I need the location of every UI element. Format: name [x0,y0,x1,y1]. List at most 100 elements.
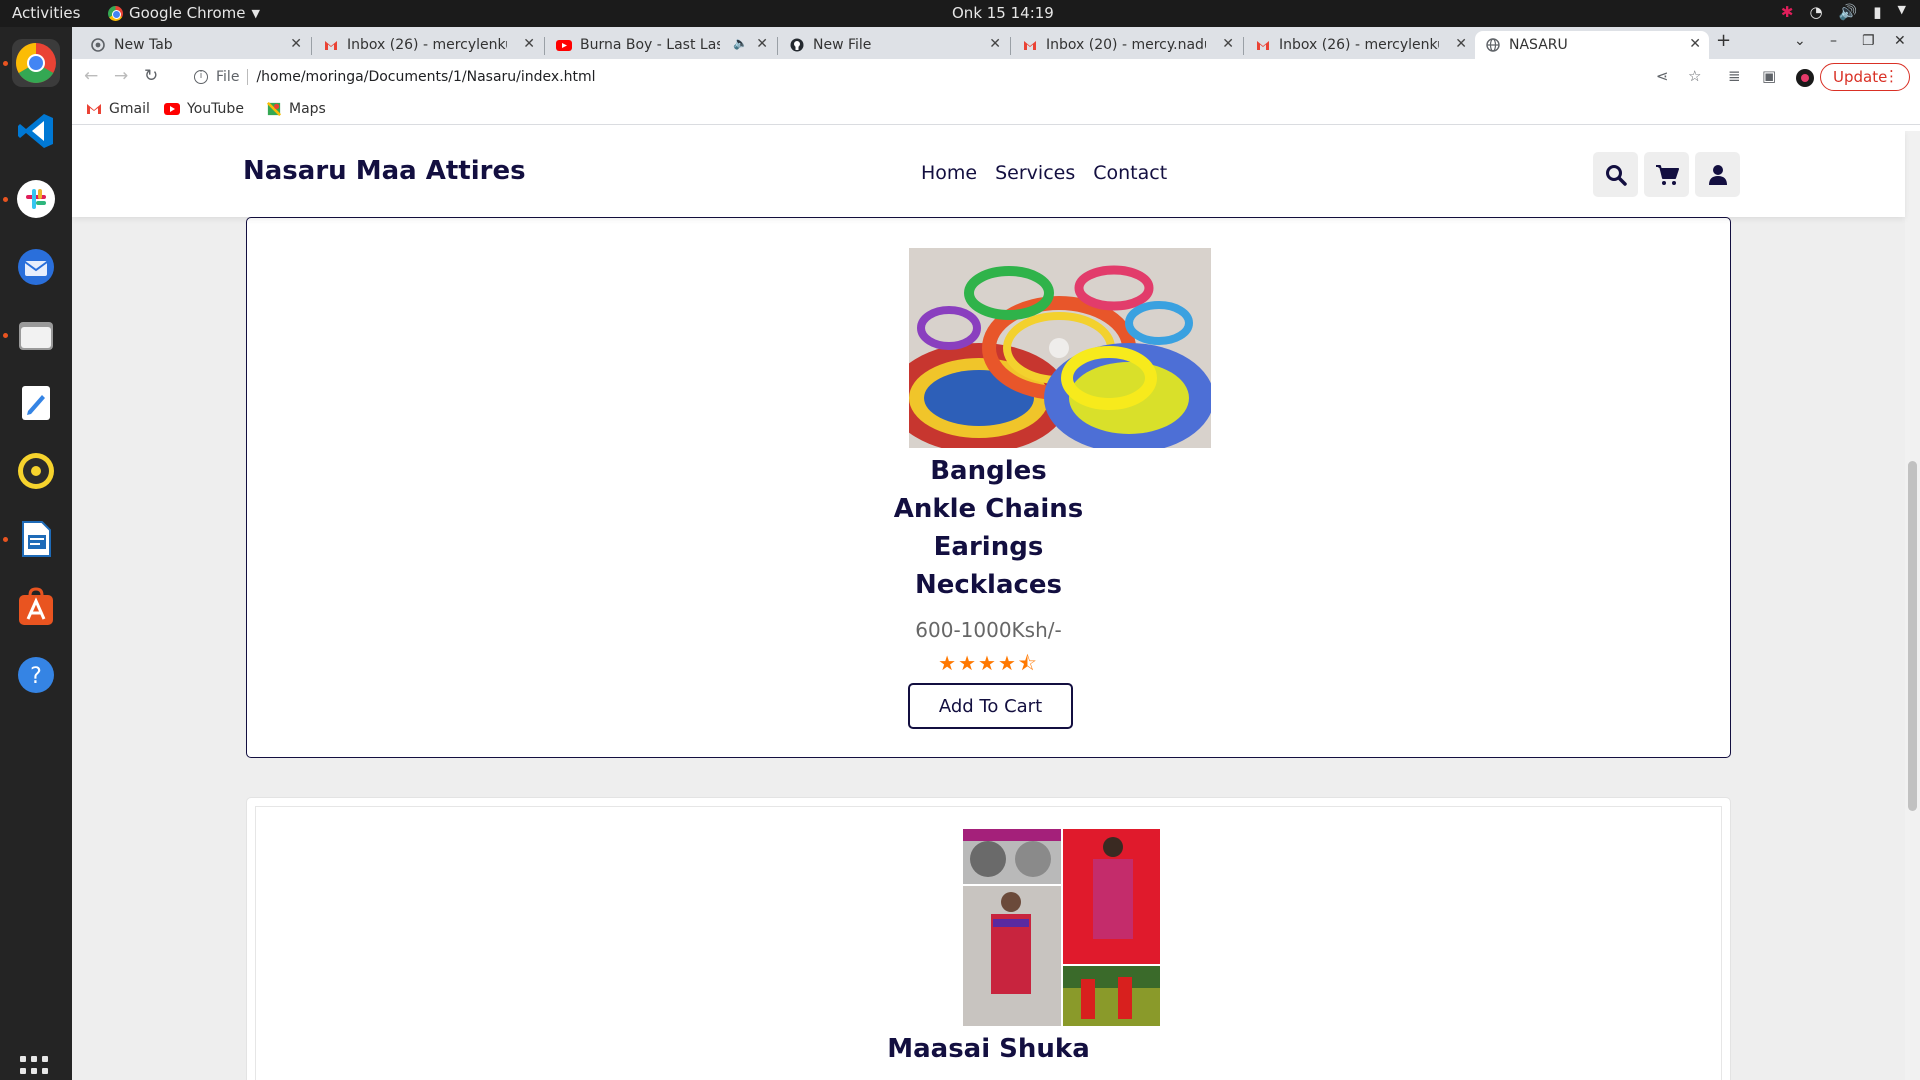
new-tab-button[interactable]: + [1716,30,1731,51]
url-text[interactable]: /home/moringa/Documents/1/Nasaru/index.h… [256,69,595,85]
running-indicator [3,333,8,338]
activities-button[interactable]: Activities [12,4,80,22]
dock-libreoffice-writer[interactable] [12,515,60,563]
battery-icon[interactable]: ▮ [1873,3,1881,21]
reading-list-icon[interactable]: ≣ [1728,67,1741,85]
nav-contact[interactable]: Contact [1093,162,1167,184]
product-card: Maasai Shuka [246,797,1731,1080]
close-icon[interactable]: ✕ [523,36,535,52]
gmail-icon [87,104,101,114]
bookmark-maps[interactable]: Maps [266,101,326,117]
brand-logo[interactable]: Nasaru Maa Attires [243,156,526,186]
product-line: Earings [933,532,1044,562]
account-button[interactable] [1695,152,1740,197]
add-to-cart-button[interactable]: Add To Cart [908,683,1073,729]
software-center-icon [19,587,53,625]
tab-new-tab[interactable]: New Tab ✕ [80,31,310,59]
update-label: Update [1833,68,1888,86]
cart-button[interactable] [1644,152,1689,197]
volume-icon[interactable]: 🔊 [1839,3,1858,21]
tab-gmail-3[interactable]: Inbox (26) - mercylenku8 ✕ [1245,31,1475,59]
music-player-icon [18,453,54,489]
clock[interactable]: Onk 15 14:19 [952,4,1054,22]
tab-search-chevron-icon[interactable]: ⌄ [1794,33,1806,49]
product-title-lines: Bangles Ankle Chains Earings Necklaces [247,452,1730,604]
chevron-down-icon: ▼ [251,6,260,20]
product-title-lines: Maasai Shuka [247,1030,1730,1068]
tab-strip: New Tab ✕ Inbox (26) - mercylenku8 ✕ Bur… [72,27,1920,59]
dock-help[interactable]: ? [12,651,60,699]
app-name: Google Chrome [129,4,246,22]
dock-slack[interactable] [12,175,60,223]
nav-services[interactable]: Services [995,162,1075,184]
minimize-button[interactable]: – [1830,33,1837,49]
dock-vscode[interactable] [12,107,60,155]
tab-title: NASARU [1509,37,1568,53]
system-tray[interactable]: ✱ ◔ 🔊 ▮ ▼ [1781,3,1906,21]
scheme-label: File [216,69,240,85]
maasai-shuka-image [963,829,1160,1026]
dock-software[interactable] [12,583,60,631]
folder-icon [19,322,53,350]
close-icon[interactable]: ✕ [290,36,302,52]
side-panel-icon[interactable]: ▣ [1762,67,1776,85]
info-icon[interactable]: i [194,70,208,84]
tab-divider [544,37,545,55]
tab-divider [777,37,778,55]
app-menu[interactable]: Google Chrome ▼ [108,4,260,22]
audio-playing-icon[interactable]: 🔈 [733,36,748,50]
update-button[interactable]: Update ⋮ [1820,63,1910,91]
svg-text:?: ? [30,664,42,689]
forward-button[interactable]: → [114,66,128,86]
star-icon: ★ [958,651,979,675]
close-icon[interactable]: ✕ [1689,36,1701,52]
dock-thunderbird[interactable] [12,243,60,291]
nav-home[interactable]: Home [921,162,977,184]
wifi-icon[interactable]: ◔ [1809,3,1822,21]
bookmark-star-icon[interactable]: ☆ [1688,67,1701,85]
page-viewport: Nasaru Maa Attires Home Services Contact [72,131,1920,1080]
tab-github[interactable]: New File ✕ [779,31,1009,59]
dock-text-editor[interactable] [12,379,60,427]
search-button[interactable] [1593,152,1638,197]
star-half-icon: ⯪ [1017,651,1039,675]
power-menu-chevron-icon[interactable]: ▼ [1898,3,1906,21]
running-indicator [3,197,8,202]
profile-avatar[interactable] [1796,69,1814,87]
bookmark-youtube[interactable]: YouTube [164,101,244,117]
close-icon[interactable]: ✕ [1455,36,1467,52]
text-editor-icon [22,386,50,420]
tab-divider [1243,37,1244,55]
restore-button[interactable]: ❐ [1862,33,1875,49]
tab-youtube[interactable]: Burna Boy - Last Last 🔈 ✕ [546,31,776,59]
tab-gmail-2[interactable]: Inbox (20) - mercy.nadup ✕ [1012,31,1242,59]
tab-title: Burna Boy - Last Last [580,37,720,53]
star-rating: ★★★★⯪ [247,649,1730,683]
close-icon[interactable]: ✕ [1222,36,1234,52]
dock-chrome[interactable] [12,39,60,87]
bookmark-gmail[interactable]: Gmail [86,101,150,117]
dock-rhythmbox[interactable] [12,447,60,495]
scrollbar-thumb[interactable] [1908,461,1917,811]
shopping-cart-icon [1655,164,1679,185]
close-icon[interactable]: ✕ [756,36,768,52]
chrome-icon [108,5,123,21]
reload-button[interactable]: ↻ [144,66,158,86]
product-line: Ankle Chains [893,494,1084,524]
tab-gmail-1[interactable]: Inbox (26) - mercylenku8 ✕ [313,31,543,59]
tab-nasaru[interactable]: NASARU ✕ [1475,31,1709,59]
close-window-button[interactable]: ✕ [1894,33,1906,49]
page-scrollbar[interactable] [1905,131,1920,1080]
share-icon[interactable]: ⋖ [1656,67,1669,85]
chrome-icon [90,37,106,53]
product-price: 600-1000Ksh/- [915,618,1062,642]
star-icon: ★ [938,651,959,675]
close-icon[interactable]: ✕ [989,36,1001,52]
show-applications-icon[interactable] [20,1056,52,1080]
address-bar[interactable]: i File /home/moringa/Documents/1/Nasaru/… [180,62,1760,92]
back-button[interactable]: ← [84,66,98,86]
chrome-window: New Tab ✕ Inbox (26) - mercylenku8 ✕ Bur… [72,27,1920,1080]
slack-tray-icon[interactable]: ✱ [1781,3,1794,21]
dock-files[interactable] [12,311,60,359]
dock: ? [0,27,72,1080]
